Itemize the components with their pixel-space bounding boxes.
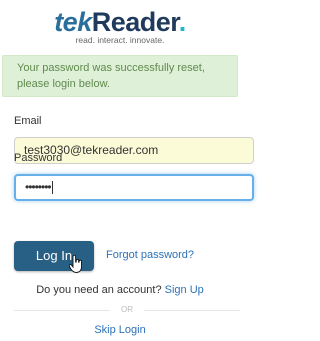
login-button[interactable]: Log In <box>14 241 94 273</box>
password-field[interactable]: •••••••• <box>14 174 254 201</box>
password-label: Password <box>14 152 63 164</box>
brand-logo: tekReader. read. interact. innovate. <box>0 6 240 45</box>
or-divider: OR <box>14 305 240 315</box>
forgot-password-link[interactable]: Forgot password? <box>106 249 194 261</box>
hand-pointer-icon <box>69 255 82 273</box>
success-alert: Your password was successfully reset, pl… <box>2 55 238 97</box>
password-mask: •••••••• <box>25 180 52 194</box>
brand-dot: . <box>178 7 187 37</box>
signup-link[interactable]: Sign Up <box>165 284 204 296</box>
email-label: Email <box>14 115 42 127</box>
signup-prompt: Do you need an account? <box>36 284 162 296</box>
skip-login-link[interactable]: Skip Login <box>0 324 240 336</box>
brand-tagline: read. interact. innovate. <box>75 35 165 45</box>
signup-line: Do you need an account? Sign Up <box>0 284 240 296</box>
divider-line-right <box>144 310 240 311</box>
brand-wordmark: tekReader. <box>0 6 240 38</box>
brand-reader: Reader <box>91 7 180 37</box>
brand-tek: tek <box>54 7 92 37</box>
login-button-label: Log In <box>35 248 73 263</box>
text-caret <box>51 181 53 195</box>
